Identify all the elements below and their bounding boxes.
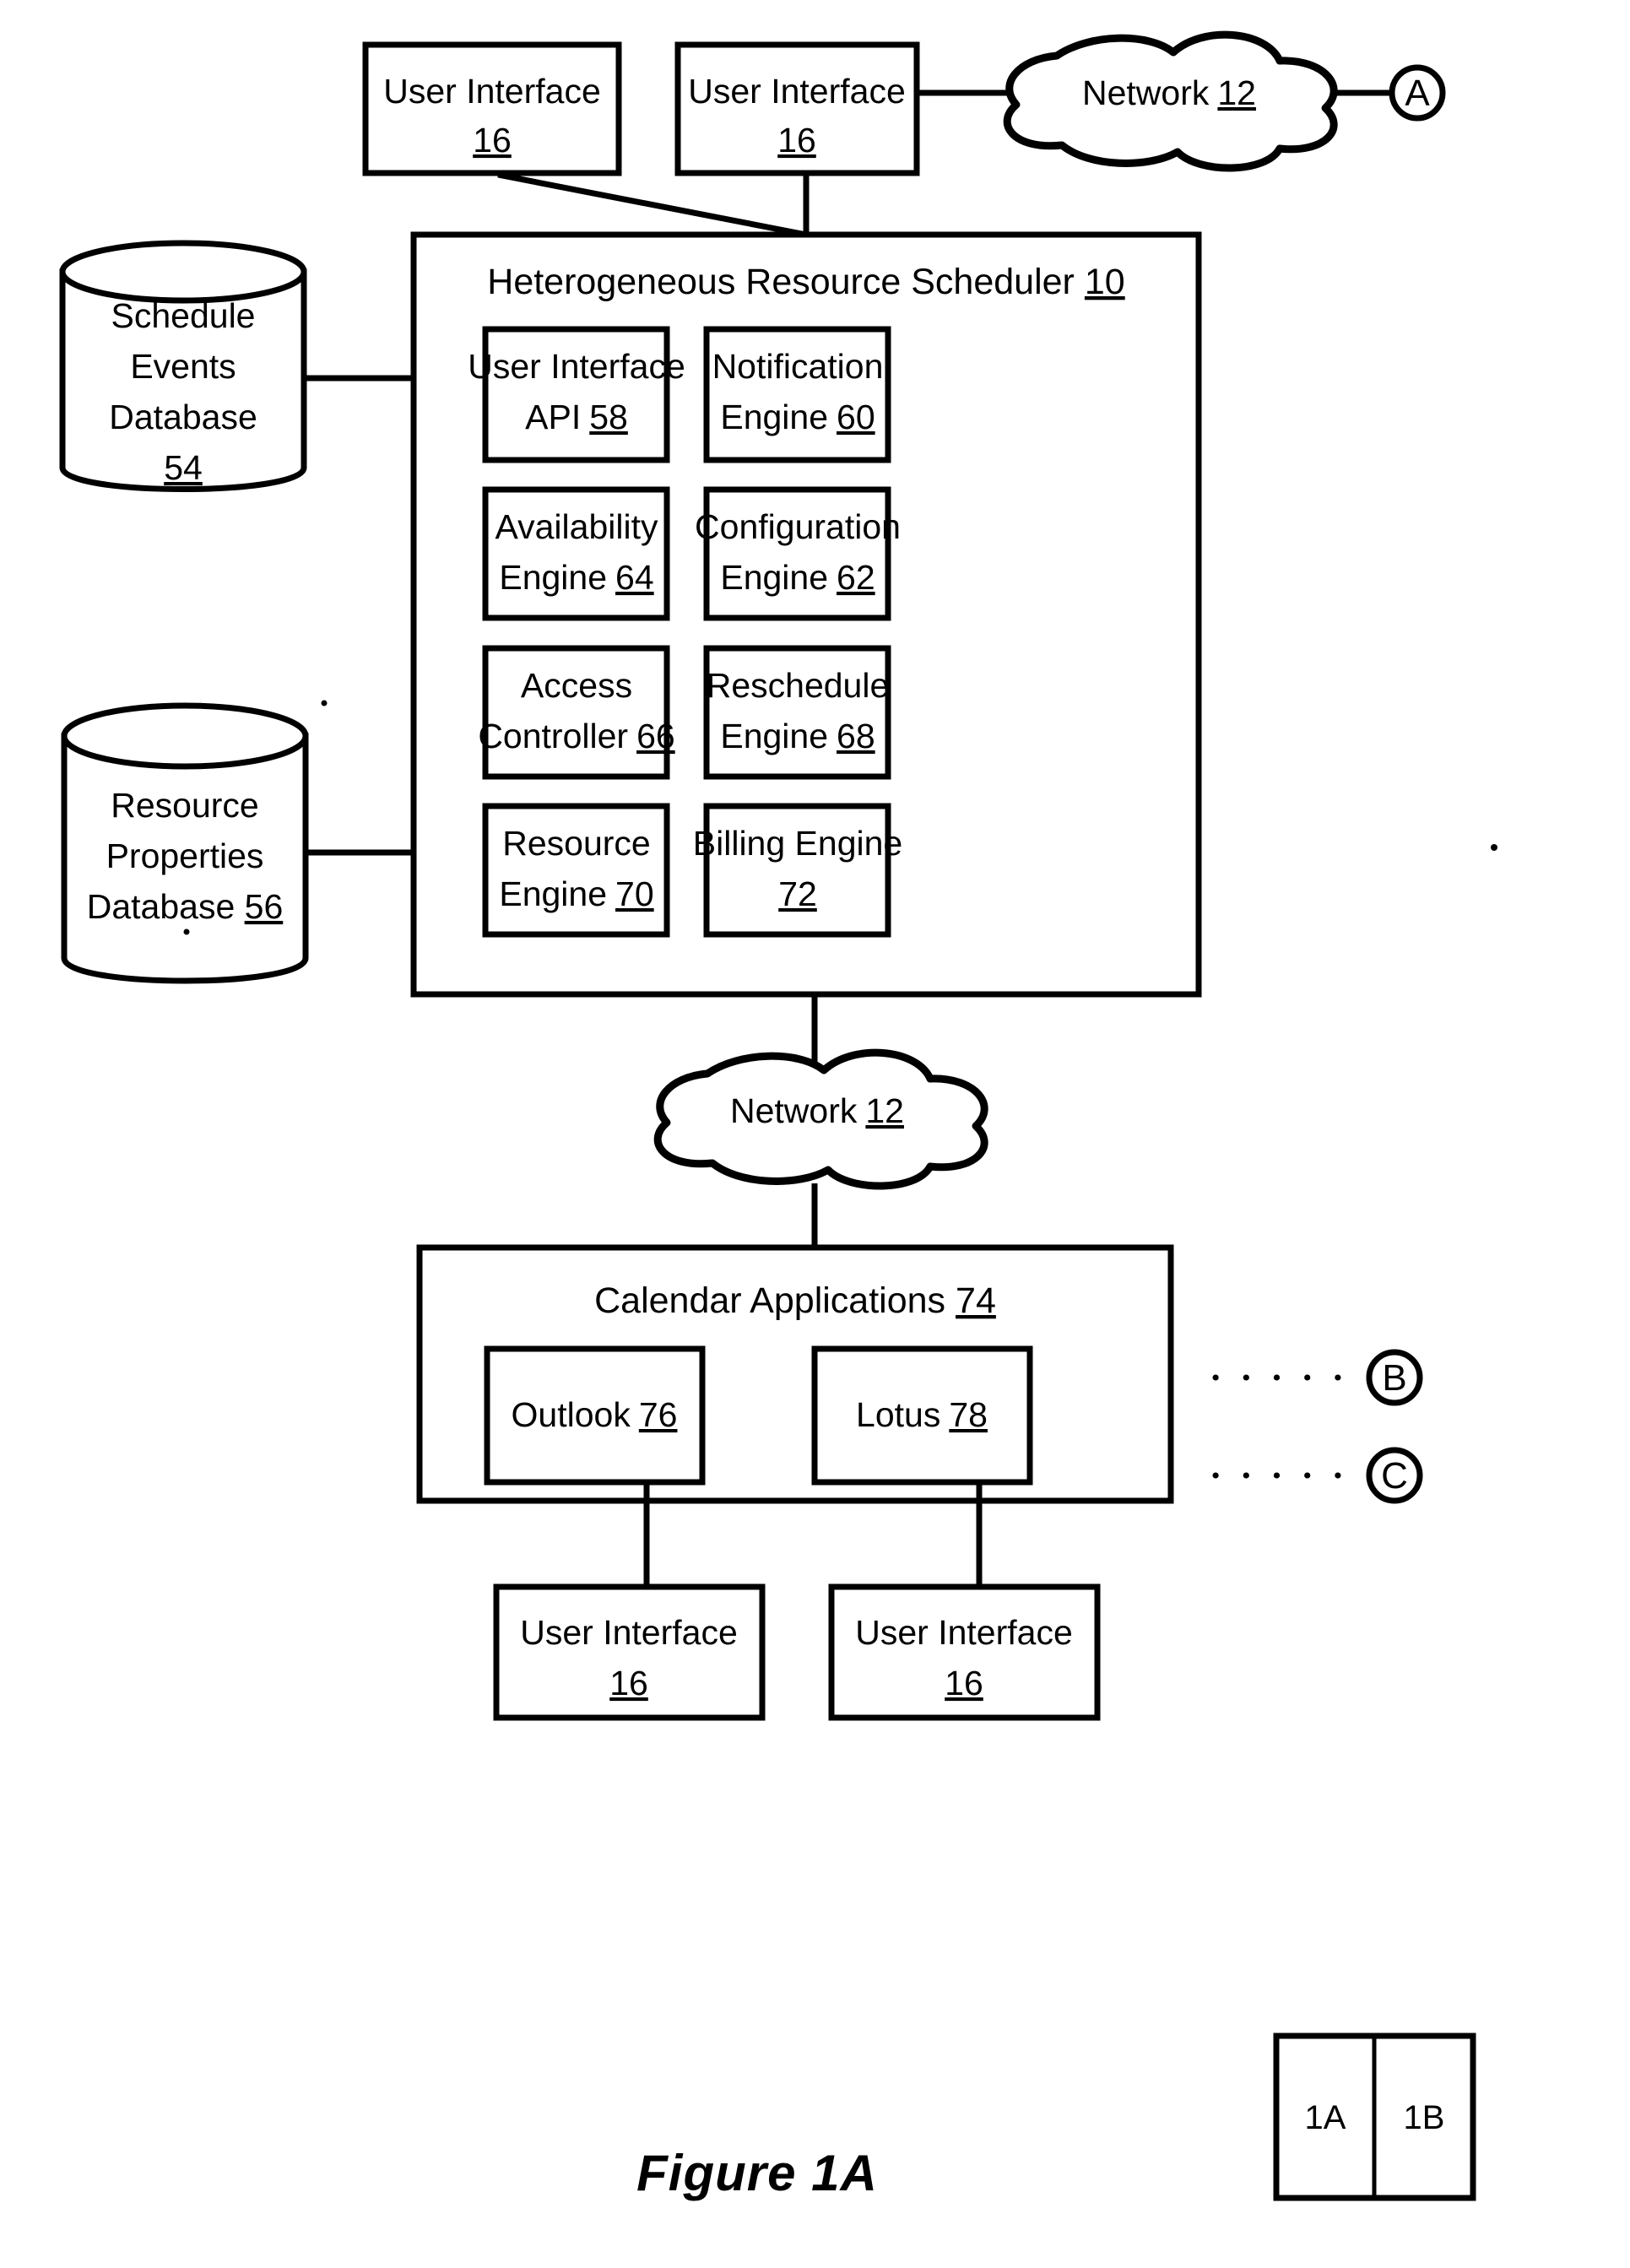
ui-box-bottom-left-ref: 16 (609, 1664, 648, 1702)
module-64-line1: Availability (495, 507, 658, 546)
module-62-line1: Configuration (695, 507, 901, 546)
db-resource-line2: Properties (106, 836, 264, 875)
scan-speck (183, 928, 190, 935)
module-72-line1: Billing Engine (693, 824, 902, 863)
database-resource-properties: Resource Properties Database 56 (61, 702, 309, 984)
module-68-line2: Engine 68 (720, 717, 875, 755)
diagram-canvas: User Interface 16 User Interface 16 Netw… (59, 30, 1497, 2201)
app-outlook-label: Outlook 76 (512, 1395, 678, 1434)
module-70-line2: Engine 70 (499, 874, 653, 913)
ui-box-bottom-left-label: User Interface (520, 1613, 738, 1652)
sheet-key: 1A 1B (1273, 2033, 1476, 2201)
module-60-line1: Notification (712, 347, 884, 386)
connector-b-label: B (1382, 1357, 1406, 1399)
module-68-line1: Reschedule (707, 666, 890, 705)
ui-box-bottom-right-label: User Interface (855, 1613, 1073, 1652)
db-resource-line1: Resource (111, 786, 258, 825)
ui-box-top-left-label: User Interface (383, 72, 601, 111)
db-schedule-line1: Schedule (111, 296, 256, 335)
module-58-line1: User Interface (468, 347, 685, 386)
connector-c-label: C (1381, 1455, 1408, 1497)
calendar-applications-title: Calendar Applications 74 (594, 1280, 996, 1321)
module-66-line1: Access (521, 666, 632, 705)
connector-a-label: A (1405, 73, 1430, 114)
db-schedule-ref: 54 (164, 448, 203, 487)
figure-caption: Figure 1A (636, 2145, 878, 2201)
ui-box-bottom-right-ref: 16 (945, 1664, 983, 1702)
sheet-key-left: 1A (1305, 2099, 1346, 2136)
ui-box-top-right-ref: 16 (777, 121, 816, 160)
module-66-line2: Controller 66 (478, 717, 674, 755)
db-resource-line3: Database 56 (87, 887, 284, 926)
scheduler-title: Heterogeneous Resource Scheduler 10 (487, 262, 1124, 302)
sheet-key-right: 1B (1404, 2099, 1445, 2136)
module-58-line2: API 58 (525, 398, 628, 436)
network-cloud-mid-label: Network 12 (730, 1091, 904, 1130)
link-ui-left-to-scheduler (497, 171, 807, 238)
db-schedule-line2: Events (130, 347, 236, 386)
ui-box-top-right-label: User Interface (688, 72, 906, 111)
module-62-line2: Engine 62 (720, 558, 875, 597)
module-70-line1: Resource (502, 824, 650, 863)
network-cloud-top-label: Network 12 (1082, 73, 1256, 112)
scan-speck (321, 700, 328, 706)
database-schedule-events: Schedule Events Database 54 (59, 240, 307, 492)
module-60-line2: Engine 60 (720, 398, 875, 436)
scan-speck (1491, 844, 1497, 851)
module-72-ref: 72 (778, 874, 817, 913)
ui-box-top-left-ref: 16 (473, 121, 512, 160)
app-lotus-label: Lotus 78 (856, 1395, 988, 1434)
patent-figure-1a: User Interface 16 User Interface 16 Netw… (0, 0, 1630, 2268)
module-64-line2: Engine 64 (499, 558, 653, 597)
db-schedule-line3: Database (109, 398, 257, 436)
